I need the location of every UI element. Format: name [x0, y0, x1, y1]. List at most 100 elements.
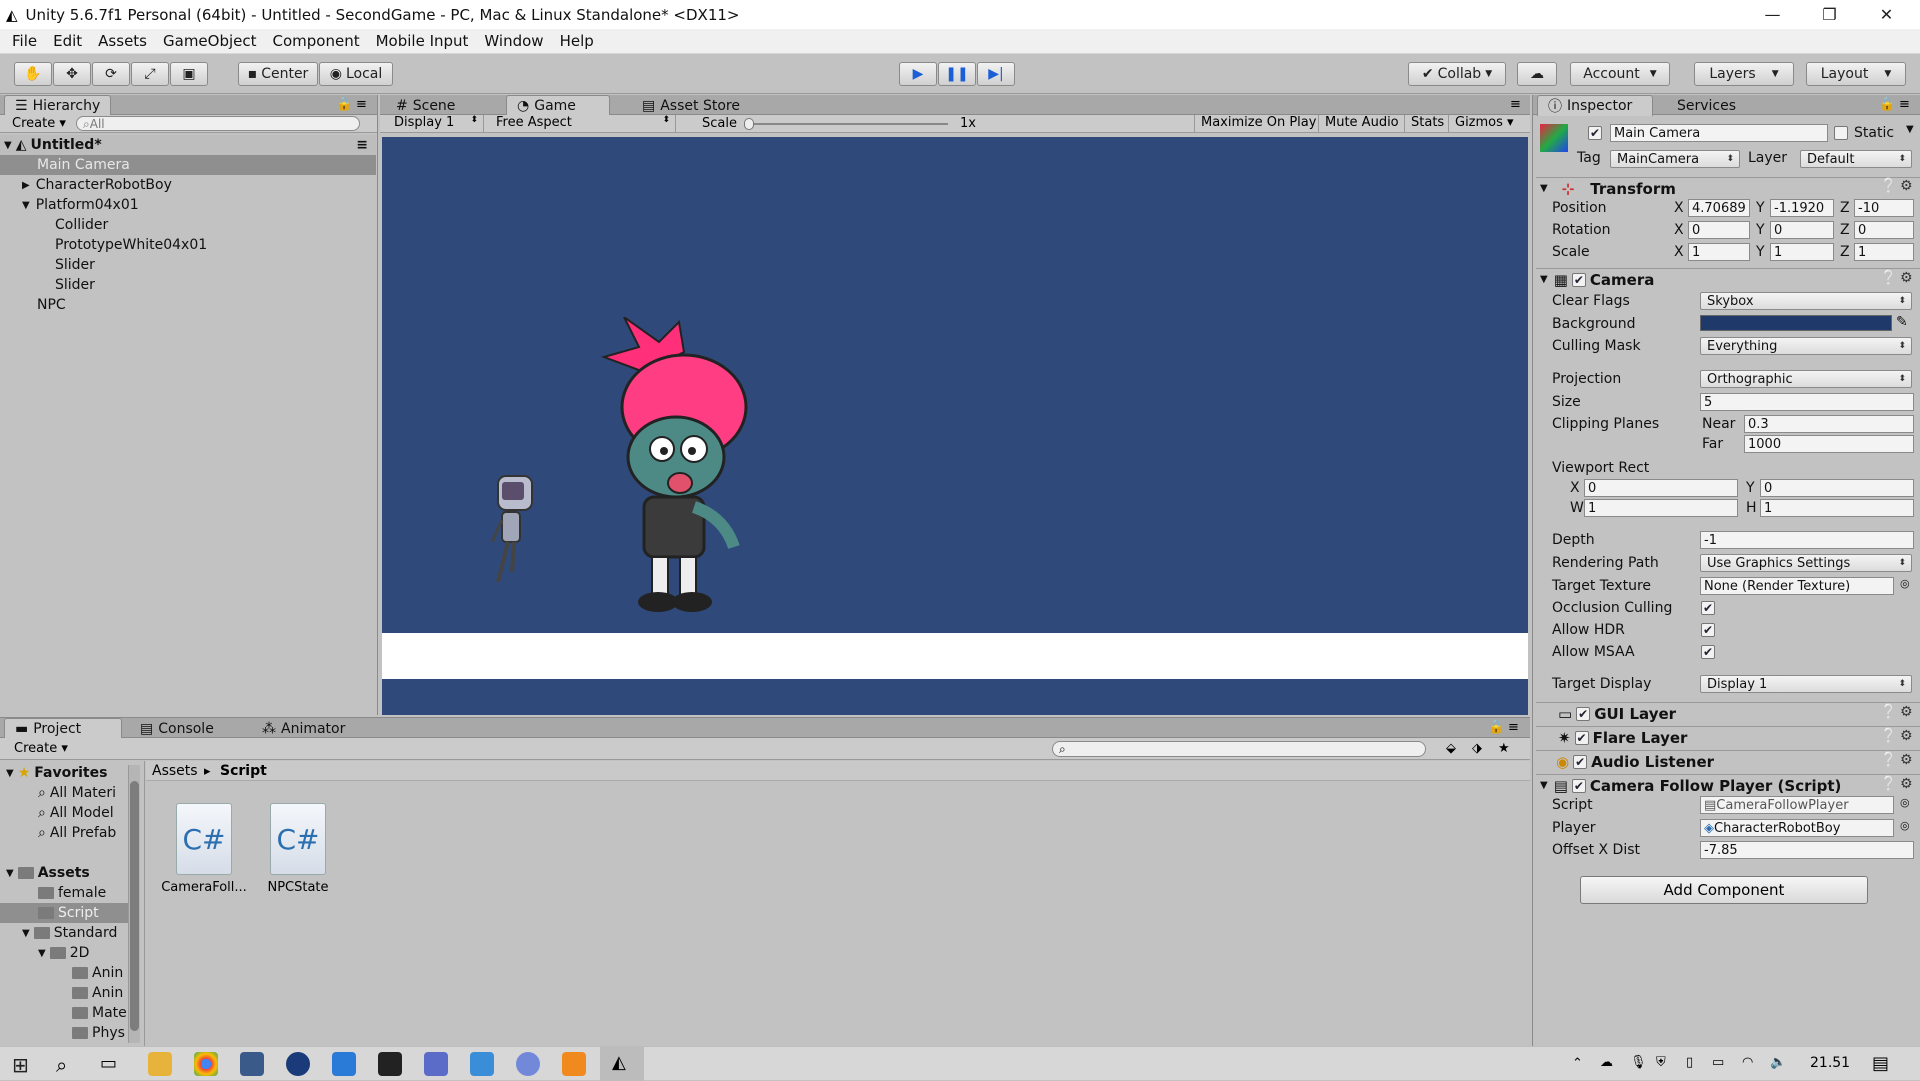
move-tool-icon[interactable]: ✥: [53, 62, 91, 86]
gear-icon[interactable]: ⚙: [1900, 776, 1913, 792]
menu-mobile-input[interactable]: Mobile Input: [368, 32, 477, 50]
gear-icon[interactable]: ⚙: [1900, 752, 1913, 768]
layout-dropdown[interactable]: Layout ▼: [1806, 62, 1906, 86]
clock[interactable]: 21.51: [1810, 1055, 1850, 1071]
player-field[interactable]: ◈ CharacterRobotBoy: [1700, 819, 1894, 837]
panel-menu-icon[interactable]: ≡: [356, 97, 367, 112]
menu-assets[interactable]: Assets: [90, 32, 155, 50]
favorite-star-icon[interactable]: ★: [1498, 741, 1510, 756]
play-icon[interactable]: ▶: [899, 62, 937, 86]
collapse-arrow-icon[interactable]: ▼: [1540, 274, 1548, 285]
background-color-swatch[interactable]: [1700, 315, 1892, 331]
panel-menu-icon[interactable]: ≡: [1508, 720, 1519, 735]
hierarchy-item-slider[interactable]: Slider: [0, 275, 376, 295]
collab-button[interactable]: ✔ Collab ▼: [1408, 62, 1506, 86]
chevron-down-icon[interactable]: ▼: [1906, 124, 1914, 135]
close-button[interactable]: ✕: [1858, 0, 1915, 29]
filter-label-icon[interactable]: ⬗: [1472, 741, 1482, 756]
hierarchy-item-collider[interactable]: Collider: [0, 215, 376, 235]
breadcrumb-script[interactable]: Script: [220, 763, 267, 779]
folder-item[interactable]: Phys: [72, 1023, 125, 1043]
tag-dropdown[interactable]: MainCamera: [1610, 150, 1740, 168]
static-checkbox[interactable]: [1834, 126, 1848, 140]
menu-help[interactable]: Help: [552, 32, 602, 50]
favorite-item[interactable]: ⌕ All Materi: [38, 783, 116, 803]
scene-root[interactable]: ▼ ◭ Untitled* ≡: [0, 135, 376, 155]
breadcrumb-assets[interactable]: Assets: [152, 763, 198, 779]
favorite-item[interactable]: ⌕ All Prefab: [38, 823, 116, 843]
audio-listener-header[interactable]: ◉ ✔ Audio Listener: [1536, 750, 1920, 772]
flare-layer-header[interactable]: ✷ ✔ Flare Layer: [1536, 726, 1920, 748]
favorites-node[interactable]: ▼ ★ Favorites: [6, 763, 107, 783]
help-icon[interactable]: ❔: [1880, 704, 1897, 720]
step-icon[interactable]: ▶|: [977, 62, 1015, 86]
panel-menu-icon[interactable]: ≡: [1510, 97, 1521, 112]
help-icon[interactable]: ❔: [1880, 178, 1897, 194]
unity-hub-icon[interactable]: [378, 1052, 402, 1076]
menu-window[interactable]: Window: [476, 32, 551, 50]
microphone-icon[interactable]: 🎙: [1630, 1055, 1647, 1070]
filter-type-icon[interactable]: ⬙: [1446, 741, 1456, 756]
app-icon[interactable]: [424, 1052, 448, 1076]
assets-node[interactable]: ▼ Assets: [6, 863, 90, 883]
rotation-z-field[interactable]: 0: [1854, 221, 1914, 239]
help-icon[interactable]: ❔: [1880, 270, 1897, 286]
virtualbox-icon[interactable]: [240, 1052, 264, 1076]
tree-scrollbar[interactable]: [128, 765, 140, 1043]
file-explorer-icon[interactable]: [148, 1052, 172, 1076]
tab-console[interactable]: ▤ Console: [130, 718, 224, 739]
tab-asset-store[interactable]: ▤ Asset Store: [632, 95, 750, 116]
notification-icon[interactable]: ▤: [1872, 1053, 1889, 1074]
scale-z-field[interactable]: 1: [1854, 243, 1914, 261]
tab-hierarchy[interactable]: ☰ Hierarchy: [4, 95, 112, 116]
account-dropdown[interactable]: Account ▼: [1570, 62, 1670, 86]
panel-menu-icon[interactable]: ≡: [1899, 97, 1910, 112]
camera-follow-script-header[interactable]: ▼ ▤ ✔ Camera Follow Player (Script): [1536, 774, 1920, 796]
pivot-local-button[interactable]: ◉ Local: [319, 62, 393, 86]
edge-icon[interactable]: [286, 1052, 310, 1076]
target-texture-field[interactable]: None (Render Texture): [1700, 577, 1894, 595]
mute-audio-button[interactable]: Mute Audio: [1318, 115, 1405, 132]
hierarchy-item-characterrobotboy[interactable]: ▶ CharacterRobotBoy: [0, 175, 376, 195]
hierarchy-search-input[interactable]: ⌕All: [76, 116, 360, 131]
maximize-on-play-button[interactable]: Maximize On Play: [1194, 115, 1322, 132]
far-field[interactable]: 1000: [1744, 435, 1914, 453]
audio-listener-checkbox[interactable]: ✔: [1573, 754, 1588, 769]
viewport-x-field[interactable]: 0: [1584, 479, 1738, 497]
folder-item[interactable]: Mate: [72, 1003, 127, 1023]
hierarchy-item-main-camera[interactable]: Main Camera: [0, 155, 376, 175]
flare-layer-checkbox[interactable]: ✔: [1574, 730, 1589, 745]
stats-button[interactable]: Stats: [1404, 115, 1450, 132]
discord-icon[interactable]: [516, 1052, 540, 1076]
project-create-dropdown[interactable]: Create ▾: [14, 741, 68, 756]
folder-item-selected[interactable]: Script: [0, 903, 130, 923]
rotation-y-field[interactable]: 0: [1770, 221, 1834, 239]
menu-component[interactable]: Component: [265, 32, 368, 50]
hand-tool-icon[interactable]: ✋: [14, 62, 52, 86]
transform-header[interactable]: ▼ ⊹ Transform: [1536, 177, 1920, 199]
scale-y-field[interactable]: 1: [1770, 243, 1834, 261]
position-z-field[interactable]: -10: [1854, 199, 1914, 217]
display-dropdown[interactable]: Display 1 ⬍: [384, 115, 484, 132]
windows-start-icon[interactable]: ⊞: [12, 1053, 29, 1077]
favorite-item[interactable]: ⌕ All Model: [38, 803, 114, 823]
menu-edit[interactable]: Edit: [45, 32, 90, 50]
unity-taskbar-active[interactable]: ◭: [600, 1047, 644, 1081]
culling-mask-dropdown[interactable]: Everything: [1700, 337, 1912, 355]
rotate-tool-icon[interactable]: ⟳: [92, 62, 130, 86]
position-y-field[interactable]: -1.1920: [1770, 199, 1834, 217]
expand-arrow-icon[interactable]: ▶: [22, 180, 30, 191]
viewport-w-field[interactable]: 1: [1584, 499, 1738, 517]
layer-dropdown[interactable]: Default: [1800, 150, 1912, 168]
lock-icon[interactable]: 🔒: [336, 97, 352, 112]
pivot-center-button[interactable]: ▪ Center: [238, 62, 318, 86]
cloud-icon[interactable]: ☁: [1600, 1055, 1613, 1070]
aspect-dropdown[interactable]: Free Aspect ⬍: [486, 115, 676, 132]
gui-layer-checkbox[interactable]: ✔: [1576, 706, 1591, 721]
allow-hdr-checkbox[interactable]: ✔: [1701, 623, 1715, 637]
expand-arrow-icon[interactable]: ▼: [4, 140, 12, 151]
csharp-file-icon[interactable]: C#: [270, 803, 326, 875]
tab-scene[interactable]: # Scene: [386, 95, 465, 116]
app-icon[interactable]: [470, 1052, 494, 1076]
folder-item[interactable]: Anin: [72, 983, 123, 1003]
